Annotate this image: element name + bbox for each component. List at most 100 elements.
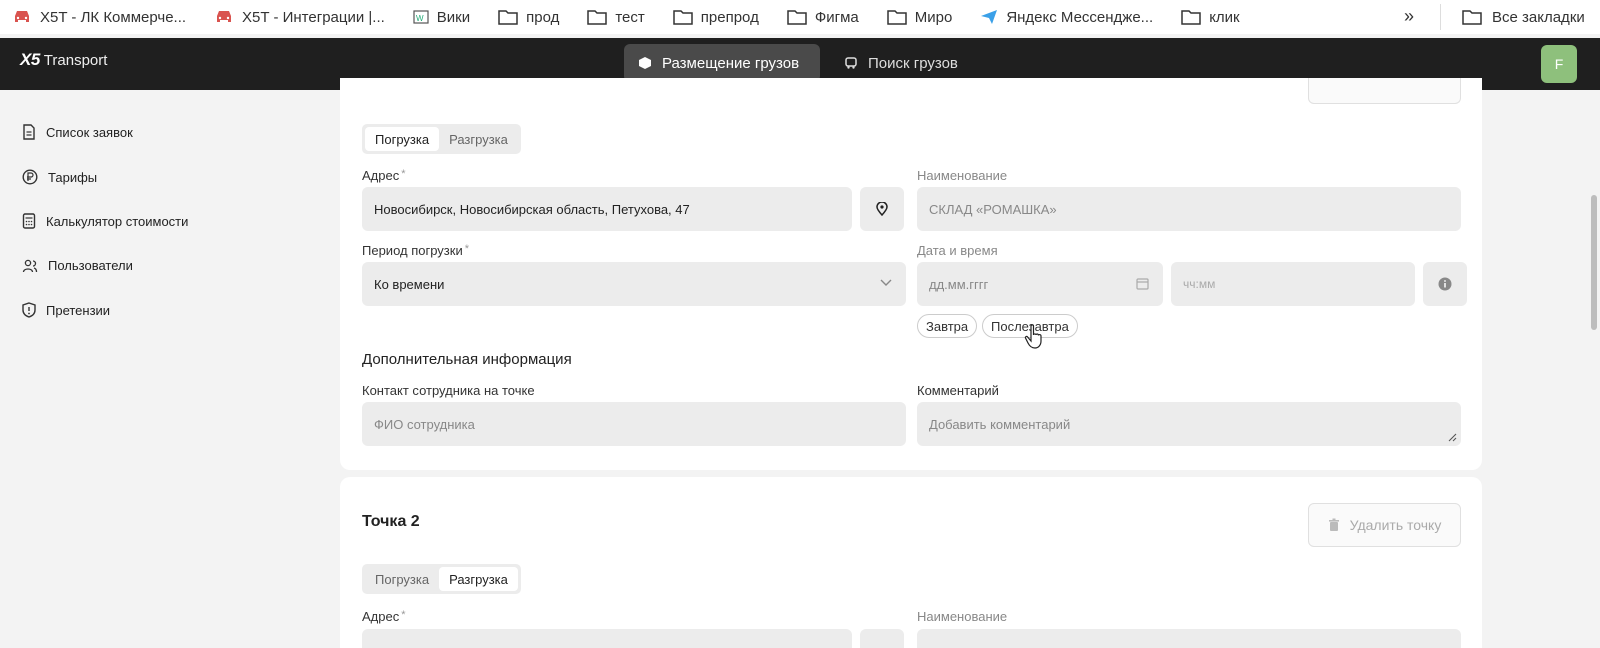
all-bookmarks-label: Все закладки	[1492, 8, 1585, 26]
hand-cursor-icon	[1024, 324, 1042, 349]
svg-text:W: W	[416, 14, 424, 23]
sidebar-item-requests[interactable]: Список заявок	[22, 124, 133, 140]
period-select[interactable]: Ко времени	[362, 262, 906, 306]
page-scrollbar[interactable]	[1588, 90, 1600, 648]
date-placeholder: дд.мм.гггг	[929, 276, 989, 292]
contact-label: Контакт сотрудника на точке	[362, 383, 535, 398]
sidebar-item-label: Калькулятор стоимости	[46, 213, 189, 229]
point2-title: Точка 2	[362, 513, 420, 530]
period-label-text: Период погрузки	[362, 243, 463, 258]
address-input[interactable]: Новосибирск, Новосибирская область, Пету…	[362, 187, 852, 231]
folder-icon	[887, 10, 907, 25]
date-input[interactable]: дд.мм.гггг	[917, 262, 1163, 306]
delete-point-label: Удалить точку	[1349, 517, 1442, 533]
comment-textarea[interactable]: Добавить комментарий	[917, 402, 1461, 446]
tab-label: Поиск грузов	[868, 54, 958, 72]
bookmark-label: прод	[526, 8, 560, 26]
bookmarks-divider	[1440, 4, 1441, 30]
sidebar-item-users[interactable]: Пользователи	[22, 258, 133, 273]
bookmark-label: X5T - Интеграции |...	[242, 8, 385, 26]
bookmark-label: препрод	[700, 8, 759, 26]
logo-text: Transport	[43, 51, 108, 69]
folder-icon	[1181, 10, 1201, 25]
required-mark: *	[401, 168, 406, 180]
sidebar: Список заявок Тарифы Калькулятор стоимос…	[0, 90, 330, 648]
bookmark-item[interactable]: X5T - ЛК Коммерче...	[12, 9, 186, 26]
bookmark-label: Фигма	[814, 8, 859, 26]
name-label: Наименование	[917, 168, 1008, 183]
time-input[interactable]: чч:мм	[1171, 262, 1415, 306]
name-label: Наименование	[917, 609, 1008, 624]
sidebar-item-calculator[interactable]: Калькулятор стоимости	[22, 213, 188, 229]
name-input[interactable]	[917, 629, 1461, 648]
bookmark-item[interactable]: Миро	[887, 8, 953, 26]
calendar-icon	[1136, 278, 1149, 290]
bookmark-item[interactable]: X5T - Интеграции |...	[214, 9, 385, 26]
map-pin-button[interactable]	[860, 629, 904, 648]
bookmark-item[interactable]: клик	[1181, 9, 1240, 26]
delete-point-button-partial[interactable]	[1308, 78, 1461, 104]
required-mark: *	[464, 243, 469, 255]
bookmark-item[interactable]: Фигма	[787, 9, 859, 26]
bookmark-item[interactable]: прод	[498, 9, 559, 26]
info-button[interactable]	[1423, 262, 1467, 306]
quick-date-tomorrow[interactable]: Завтра	[917, 314, 978, 338]
logo-mark: X5	[20, 50, 40, 69]
chevron-down-icon	[880, 279, 892, 286]
sidebar-item-claims[interactable]: Претензии	[22, 302, 110, 318]
more-bookmarks-button[interactable]: »	[1404, 6, 1414, 27]
map-pin-button[interactable]	[860, 187, 904, 231]
folder-icon	[587, 10, 608, 25]
sidebar-item-label: Пользователи	[48, 258, 133, 273]
map-pin-icon	[876, 202, 888, 216]
tab-unloading[interactable]: Разгрузка	[439, 567, 518, 591]
folder-icon	[1462, 10, 1482, 25]
additional-info-title: Дополнительная информация	[362, 351, 572, 368]
tab-loading[interactable]: Погрузка	[365, 127, 440, 151]
bookmark-item[interactable]: препрод	[673, 9, 759, 26]
document-icon	[23, 124, 35, 140]
tab-cargo-placement[interactable]: Размещение грузов	[624, 44, 820, 82]
bookmark-item[interactable]: Яндекс Мессендже...	[980, 9, 1153, 26]
address-input[interactable]	[362, 629, 852, 648]
messenger-icon	[981, 10, 998, 24]
truck-icon	[845, 57, 857, 69]
car-icon	[15, 11, 29, 22]
period-select-value: Ко времени	[374, 276, 445, 292]
wiki-icon: W	[413, 10, 429, 24]
users-icon	[22, 259, 38, 272]
folder-icon	[673, 10, 693, 25]
sidebar-item-label: Тарифы	[48, 169, 98, 185]
bookmark-label: Вики	[436, 8, 471, 26]
required-mark: *	[401, 609, 406, 621]
comment-placeholder: Добавить комментарий	[929, 416, 1071, 432]
point1-type-switch: Погрузка Разгрузка	[362, 124, 521, 154]
scrollbar-thumb[interactable]	[1591, 195, 1597, 330]
contact-input[interactable]: ФИО сотрудника	[362, 402, 906, 446]
logo[interactable]: X5 Transport	[20, 50, 107, 70]
bookmarks-bar: X5T - ЛК Коммерче... X5T - Интеграции |.…	[0, 0, 1600, 34]
bookmark-item[interactable]: тест	[587, 8, 645, 26]
tab-cargo-search[interactable]: Поиск грузов	[830, 44, 972, 82]
bookmark-label: тест	[615, 8, 645, 26]
datetime-label: Дата и время	[917, 243, 998, 258]
bookmark-label: Яндекс Мессендже...	[1006, 8, 1154, 26]
tab-unloading[interactable]: Разгрузка	[439, 127, 518, 151]
all-bookmarks-button[interactable]: Все закладки	[1462, 0, 1585, 34]
sidebar-item-label: Список заявок	[46, 124, 133, 140]
sidebar-item-label: Претензии	[46, 302, 111, 318]
trash-icon	[1328, 518, 1339, 531]
bookmark-item[interactable]: W Вики	[413, 9, 470, 26]
tab-loading[interactable]: Погрузка	[365, 567, 439, 591]
user-avatar[interactable]: F	[1541, 45, 1577, 83]
comment-label: Комментарий	[917, 383, 999, 398]
bookmark-label: Миро	[914, 8, 953, 26]
resize-handle-icon[interactable]	[1448, 433, 1457, 442]
delete-point-button[interactable]: Удалить точку	[1308, 503, 1461, 547]
address-label: Адрес *	[362, 609, 406, 624]
info-icon	[1438, 277, 1452, 291]
name-input[interactable]: СКЛАД «РОМАШКА»	[917, 187, 1461, 231]
box-icon	[639, 57, 651, 69]
folder-icon	[498, 10, 518, 25]
sidebar-item-tariffs[interactable]: Тарифы	[22, 169, 97, 185]
